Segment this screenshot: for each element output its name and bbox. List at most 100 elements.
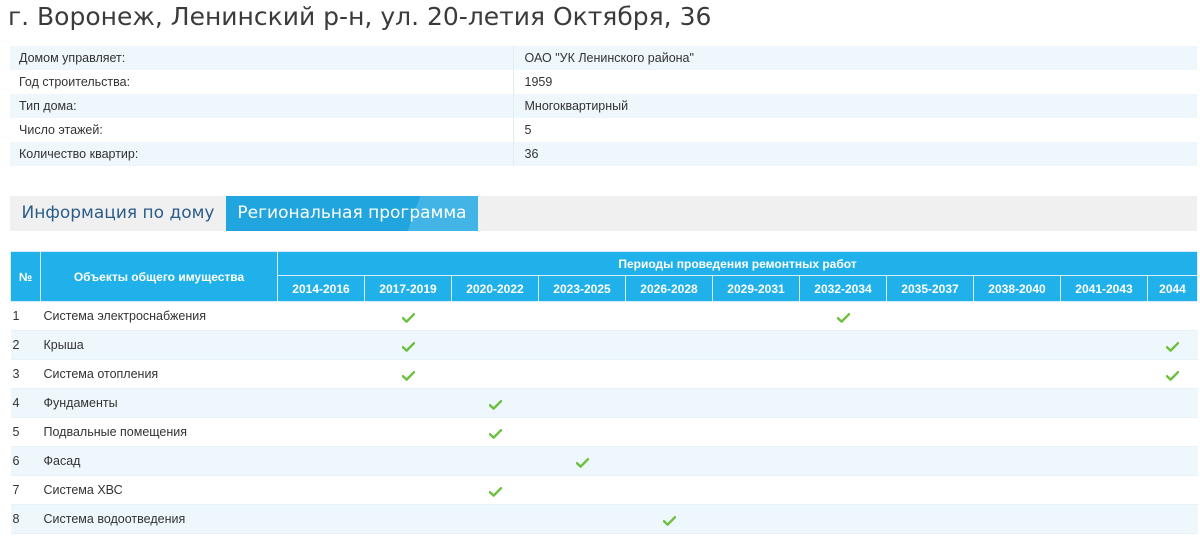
period-cell	[799, 475, 887, 505]
info-row: Количество квартир: 36	[10, 142, 1197, 166]
table-row: 7 Система ХВС	[10, 475, 1198, 505]
object-name: Крыша	[40, 330, 278, 360]
period-cell	[625, 446, 713, 476]
period-cell	[451, 475, 539, 505]
info-row: Домом управляет: ОАО "УК Ленинского район…	[10, 46, 1197, 70]
period-cell	[277, 301, 365, 331]
period-header: 2014-2016	[277, 275, 365, 302]
repair-program-table: № Объекты общего имущества Периоды прове…	[10, 251, 1199, 534]
period-cell	[973, 446, 1061, 476]
period-cell	[1060, 330, 1148, 360]
period-cell	[799, 359, 887, 389]
check-icon	[488, 486, 502, 497]
period-header: 2041-2043	[1060, 275, 1148, 302]
period-cell	[451, 504, 539, 534]
check-icon	[836, 312, 850, 323]
period-header: 2044	[1146, 275, 1199, 302]
info-value: ОАО "УК Ленинского района"	[512, 46, 1197, 70]
period-cell	[1147, 504, 1198, 534]
period-cell	[1147, 388, 1198, 418]
row-number: 1	[10, 301, 41, 331]
tab-house-info[interactable]: Информация по дому	[10, 196, 226, 231]
period-header: 2038-2040	[973, 275, 1061, 302]
period-cell	[451, 359, 539, 389]
period-cell	[799, 504, 887, 534]
info-row: Тип дома: Многоквартирный	[10, 94, 1197, 118]
period-cell	[973, 388, 1061, 418]
tab-regional-program[interactable]: Региональная программа	[226, 196, 478, 231]
period-cell	[712, 504, 800, 534]
period-cell	[886, 301, 974, 331]
period-cell	[1147, 446, 1198, 476]
period-cell	[538, 504, 626, 534]
period-cell	[1147, 301, 1198, 331]
check-icon	[488, 399, 502, 410]
period-cell	[1147, 330, 1198, 360]
period-cell	[538, 359, 626, 389]
tab-regional-program-label: Региональная программа	[237, 203, 467, 223]
object-name: Система водоотведения	[40, 504, 278, 534]
object-name: Система ХВС	[40, 475, 278, 505]
period-cell	[799, 417, 887, 447]
period-cell	[886, 417, 974, 447]
info-value: Многоквартирный	[512, 94, 1197, 118]
period-cell	[625, 417, 713, 447]
table-row: 1 Система электроснабжения	[10, 301, 1198, 331]
period-cell	[712, 446, 800, 476]
period-cell	[799, 446, 887, 476]
period-cell	[451, 301, 539, 331]
period-cell	[712, 301, 800, 331]
check-icon	[401, 312, 415, 323]
table-row: 4 Фундаменты	[10, 388, 1198, 418]
period-cell	[1147, 475, 1198, 505]
period-cell	[886, 504, 974, 534]
object-name: Фундаменты	[40, 388, 278, 418]
period-cell	[538, 446, 626, 476]
period-cell	[451, 417, 539, 447]
period-cell	[973, 301, 1061, 331]
period-cell	[364, 504, 452, 534]
info-label: Число этажей:	[10, 118, 513, 142]
table-row: 5 Подвальные помещения	[10, 417, 1198, 447]
period-cell	[973, 330, 1061, 360]
period-cell	[451, 388, 539, 418]
object-name: Система отопления	[40, 359, 278, 389]
period-cell	[1060, 417, 1148, 447]
period-cell	[625, 388, 713, 418]
period-cell	[799, 330, 887, 360]
period-cell	[538, 475, 626, 505]
tab-bar: Информация по дому Региональная программ…	[10, 196, 1197, 231]
period-cell	[886, 359, 974, 389]
period-cell	[364, 417, 452, 447]
info-value: 5	[512, 118, 1197, 142]
period-header: 2032-2034	[799, 275, 887, 302]
check-icon	[1165, 370, 1180, 381]
period-cell	[1060, 446, 1148, 476]
object-name: Фасад	[40, 446, 278, 476]
period-cell	[886, 388, 974, 418]
period-cell	[799, 301, 887, 331]
period-header: 2035-2037	[886, 275, 974, 302]
period-header: 2020-2022	[451, 275, 539, 302]
period-cell	[538, 388, 626, 418]
period-cell	[451, 446, 539, 476]
period-cell	[277, 359, 365, 389]
table-row: 8 Система водоотведения	[10, 504, 1198, 534]
period-cell	[538, 330, 626, 360]
period-header: 2026-2028	[625, 275, 713, 302]
info-value: 1959	[512, 70, 1197, 94]
period-cell	[625, 504, 713, 534]
period-cell	[277, 388, 365, 418]
row-number: 5	[10, 417, 41, 447]
period-cell	[1147, 417, 1198, 447]
period-cell	[277, 475, 365, 505]
period-header: 2023-2025	[538, 275, 626, 302]
check-icon	[401, 370, 415, 381]
check-icon	[488, 428, 502, 439]
table-row: 3 Система отопления	[10, 359, 1198, 389]
info-label: Год строительства:	[10, 70, 513, 94]
row-number: 4	[10, 388, 41, 418]
period-cell	[1060, 388, 1148, 418]
row-number: 6	[10, 446, 41, 476]
period-cell	[277, 504, 365, 534]
